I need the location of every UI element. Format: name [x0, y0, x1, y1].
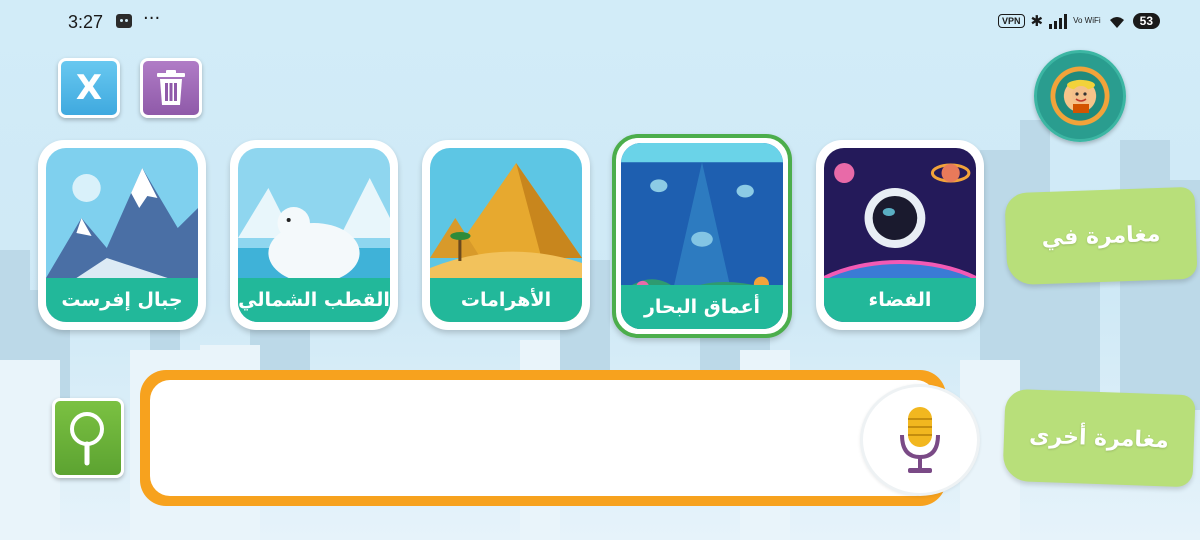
microphone-icon — [900, 407, 940, 473]
search-button[interactable] — [52, 398, 124, 478]
card-sea-depths[interactable]: أعماق البحار — [612, 134, 792, 338]
card-label: الفضاء — [824, 278, 976, 322]
other-adventure-button[interactable]: مغامرة أخرى — [1002, 388, 1196, 488]
battery-indicator: 53 — [1132, 13, 1160, 29]
wifi-icon — [1109, 17, 1124, 28]
everest-image: جبال إفرست — [46, 148, 198, 322]
prompt-input-frame — [140, 370, 946, 506]
vowifi-label: Vo WiFi — [1073, 16, 1101, 25]
card-north-pole[interactable]: القطب الشمالي — [230, 140, 398, 330]
card-label: الأهرامات — [430, 278, 582, 322]
sea-depths-image: أعماق البحار — [621, 143, 783, 329]
prompt-input[interactable] — [150, 380, 936, 496]
bluetooth-icon: ✱ — [1030, 12, 1044, 30]
avatar[interactable] — [1034, 50, 1126, 142]
delete-button[interactable] — [140, 58, 202, 118]
status-indicators: VPN ✱ Vo WiFi 53 — [997, 12, 1160, 30]
more-icon: ··· — [143, 8, 161, 29]
discord-icon — [116, 14, 132, 28]
close-icon: X — [75, 68, 103, 108]
microphone-button[interactable] — [860, 384, 980, 496]
vpn-badge: VPN — [997, 14, 1025, 28]
card-space[interactable]: الفضاء — [816, 140, 984, 330]
card-pyramids[interactable]: الأهرامات — [422, 140, 590, 330]
space-image: الفضاء — [824, 148, 976, 322]
adventure-in-button[interactable]: مغامرة في — [1004, 186, 1198, 286]
trash-icon — [157, 70, 185, 105]
explorer-avatar-icon — [1067, 80, 1095, 113]
card-everest[interactable]: جبال إفرست — [38, 140, 206, 330]
card-label: جبال إفرست — [46, 278, 198, 322]
close-button[interactable]: X — [58, 58, 120, 118]
status-bar: 3:27 ··· VPN ✱ Vo WiFi 53 — [0, 0, 1200, 46]
signal-icon — [1049, 13, 1068, 29]
card-label: القطب الشمالي — [238, 278, 390, 322]
north-pole-image: القطب الشمالي — [238, 148, 390, 322]
status-time: 3:27 — [68, 12, 104, 32]
pyramids-image: الأهرامات — [430, 148, 582, 322]
search-icon — [70, 412, 104, 466]
card-label: أعماق البحار — [621, 285, 783, 329]
